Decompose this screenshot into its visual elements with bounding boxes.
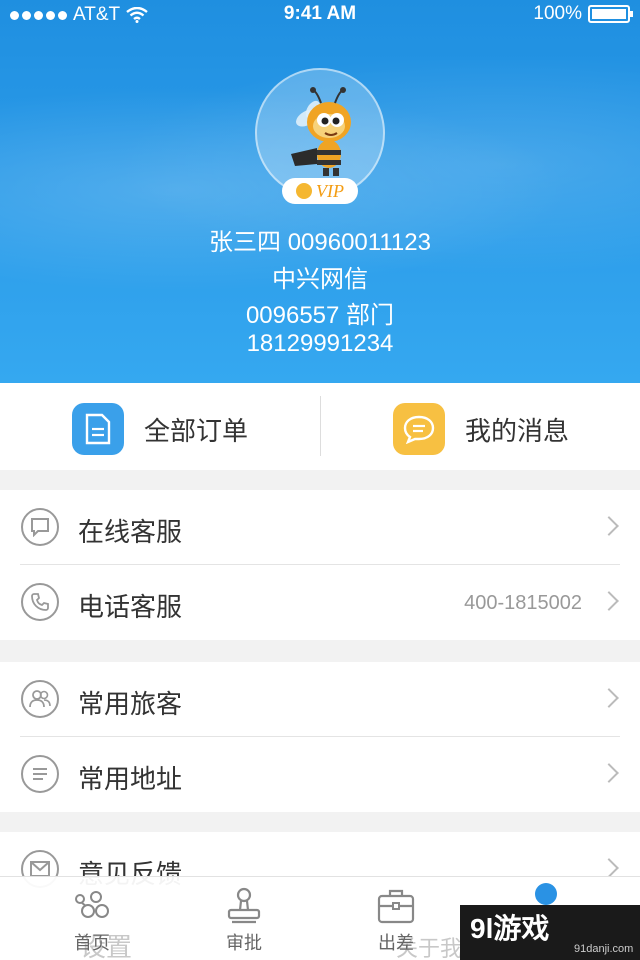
- divider: [320, 396, 321, 456]
- phone-service-row[interactable]: 电话客服 400-1815002: [0, 565, 640, 640]
- battery-icon: [588, 5, 633, 23]
- stamp-icon: [194, 883, 294, 929]
- all-orders-label: 全部订单: [144, 415, 249, 446]
- list-icon: [21, 755, 59, 793]
- phone-service-number: 400-1815002: [464, 592, 582, 614]
- user-name-id: 张三四 00960011123: [209, 229, 431, 256]
- user-department: 0096557 部门: [245, 302, 395, 329]
- my-messages-label: 我的消息: [465, 415, 570, 446]
- status-bar: AT&T 9:41 AM 100%: [0, 0, 640, 30]
- home-icon: [42, 883, 142, 929]
- document-icon: [72, 403, 124, 455]
- tab-home[interactable]: 首页: [42, 883, 142, 955]
- battery-percent: 100%: [533, 3, 582, 24]
- watermark-logo: 9l游戏 91danji.com: [460, 905, 640, 960]
- chevron-right-icon: [599, 858, 619, 878]
- medal-icon: [296, 183, 312, 199]
- common-info-group: 常用旅客 常用地址: [0, 662, 640, 812]
- watermark-main: 9l游戏: [470, 913, 550, 944]
- chat-icon: [21, 508, 59, 546]
- tab-business-trip-label: 出差: [378, 933, 414, 953]
- watermark-url: 91danji.com: [574, 943, 634, 955]
- all-orders-button[interactable]: 全部订单: [72, 403, 248, 455]
- chevron-right-icon: [599, 688, 619, 708]
- online-service-label: 在线客服: [78, 517, 183, 547]
- tab-approval-label: 审批: [226, 933, 262, 953]
- battery-status: 100%: [533, 3, 633, 25]
- frequent-addresses-row[interactable]: 常用地址: [0, 737, 640, 812]
- vip-label: VIP: [316, 180, 344, 201]
- frequent-addresses-label: 常用地址: [78, 764, 183, 794]
- tab-approval[interactable]: 审批: [194, 883, 294, 955]
- online-service-row[interactable]: 在线客服: [0, 490, 640, 565]
- people-icon: [21, 680, 59, 718]
- user-company: 中兴网信: [272, 266, 368, 293]
- profile-header: AT&T 9:41 AM 100% VIP 张三四 00960011123 中兴…: [0, 0, 640, 383]
- tab-home-label: 首页: [74, 933, 110, 953]
- frequent-travelers-row[interactable]: 常用旅客: [0, 662, 640, 737]
- chevron-right-icon: [599, 591, 619, 611]
- quick-actions-bar: 全部订单 我的消息: [0, 383, 640, 470]
- phone-service-label: 电话客服: [78, 592, 183, 622]
- chevron-right-icon: [599, 516, 619, 536]
- vip-badge: VIP: [282, 178, 358, 204]
- chevron-right-icon: [599, 763, 619, 783]
- my-messages-button[interactable]: 我的消息: [393, 403, 569, 455]
- phone-icon: [21, 583, 59, 621]
- briefcase-icon: [346, 883, 446, 929]
- frequent-travelers-label: 常用旅客: [78, 689, 183, 719]
- service-group: 在线客服 电话客服 400-1815002: [0, 490, 640, 640]
- user-phone: 18129991234: [246, 330, 394, 357]
- chat-bubble-icon: [393, 403, 445, 455]
- tab-business-trip[interactable]: 出差: [346, 883, 446, 955]
